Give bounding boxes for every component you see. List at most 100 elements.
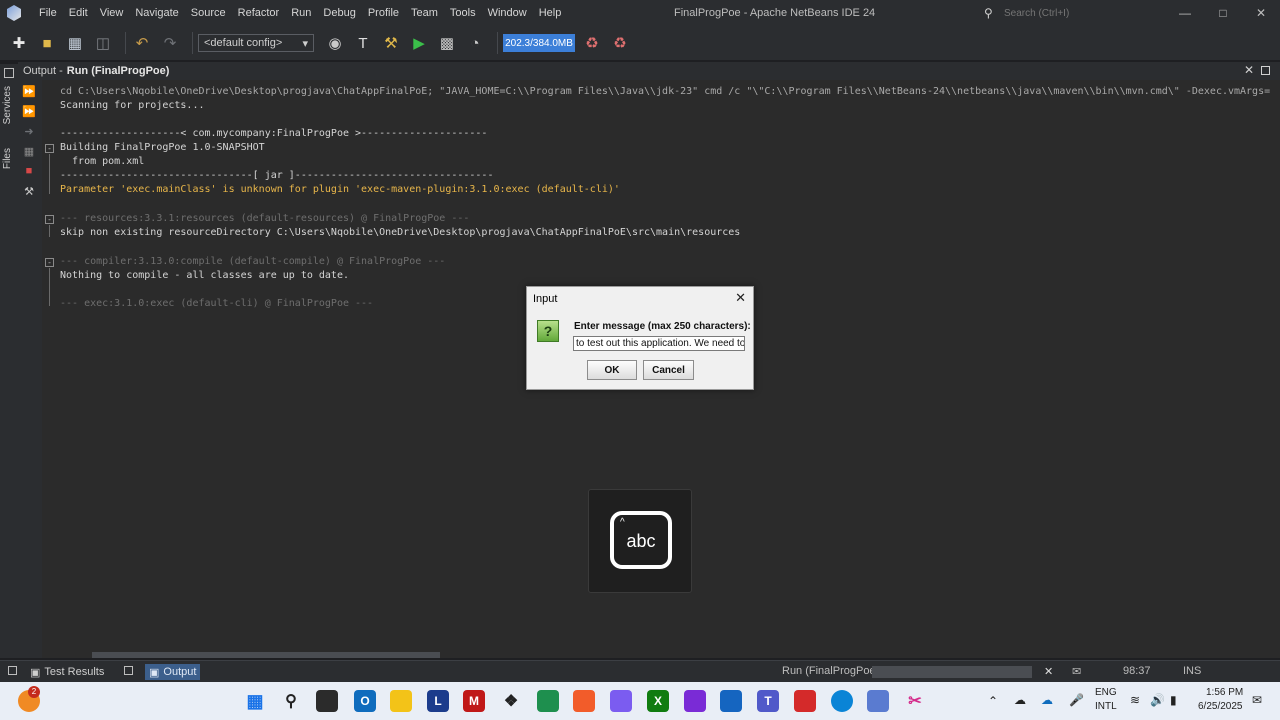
edge-icon[interactable] xyxy=(831,690,853,712)
services-tab[interactable]: Services xyxy=(2,86,13,124)
language-indicator[interactable]: ENG xyxy=(1095,687,1117,698)
store-icon[interactable] xyxy=(720,690,742,712)
garbage-collect-icon[interactable]: ♻ xyxy=(581,32,603,54)
maximize-output-icon[interactable] xyxy=(1261,66,1270,75)
menu-view[interactable]: View xyxy=(94,0,130,26)
files-tab[interactable]: Files xyxy=(2,148,13,169)
netbeans-taskbar-icon[interactable] xyxy=(867,690,889,712)
build-hammer-icon[interactable]: Т xyxy=(352,32,374,54)
dropbox-icon[interactable]: ❖ xyxy=(500,690,522,712)
menu-window[interactable]: Window xyxy=(482,0,533,26)
clock-date[interactable]: 6/25/2025 xyxy=(1198,701,1243,712)
undo-icon[interactable]: ↶ xyxy=(131,32,153,54)
menu-tools[interactable]: Tools xyxy=(444,0,482,26)
cloud-icon[interactable]: ☁ xyxy=(1014,693,1026,707)
save-all-icon[interactable]: ◫ xyxy=(92,32,114,54)
mcafee-icon[interactable]: M xyxy=(463,690,485,712)
close-output-icon[interactable]: ✕ xyxy=(1244,63,1254,77)
tools-icon[interactable]: ⚒ xyxy=(22,184,36,198)
microphone-icon[interactable]: 🎤 xyxy=(1069,693,1084,707)
menu-edit[interactable]: Edit xyxy=(63,0,94,26)
cancel-button[interactable]: Cancel xyxy=(643,360,694,380)
menu-navigate[interactable]: Navigate xyxy=(129,0,184,26)
clean-build-icon[interactable]: ⚒ xyxy=(380,32,402,54)
start-icon[interactable]: ▦ xyxy=(244,690,266,712)
app-icon[interactable] xyxy=(537,690,559,712)
menu-file[interactable]: File xyxy=(33,0,63,26)
snipping-tool-icon[interactable]: ✂ xyxy=(904,690,926,712)
task-view-icon[interactable] xyxy=(316,690,338,712)
fold-toggle-icon[interactable]: - xyxy=(45,215,54,224)
scrollbar-thumb[interactable] xyxy=(92,652,440,658)
output-tab-title[interactable]: Run (FinalProgPoe) xyxy=(67,65,170,77)
menu-help[interactable]: Help xyxy=(533,0,568,26)
open-project-icon[interactable]: ▦ xyxy=(64,32,86,54)
volume-icon[interactable]: 🔊 xyxy=(1150,693,1165,707)
fold-toggle-icon[interactable]: - xyxy=(45,144,54,153)
step-icon[interactable]: ➜ xyxy=(22,124,36,138)
search-input[interactable] xyxy=(1004,5,1164,21)
xbox-icon[interactable]: X xyxy=(647,690,669,712)
horizontal-scrollbar[interactable] xyxy=(42,652,1280,658)
message-input[interactable] xyxy=(573,336,745,351)
search-icon[interactable]: ⚲ xyxy=(280,690,302,712)
onedrive-icon[interactable]: ☁ xyxy=(1041,693,1053,707)
lexis-icon[interactable]: L xyxy=(427,690,449,712)
clock-time[interactable]: 1:56 PM xyxy=(1206,687,1243,698)
app3-icon[interactable] xyxy=(794,690,816,712)
window-restore-icon[interactable] xyxy=(4,68,14,78)
app2-icon[interactable] xyxy=(684,690,706,712)
menu-profile[interactable]: Profile xyxy=(362,0,405,26)
settings-icon[interactable]: ▦ xyxy=(22,144,36,158)
fold-guide xyxy=(49,225,50,237)
gc-profiler-icon[interactable]: ♻ xyxy=(609,32,631,54)
file-explorer-icon[interactable] xyxy=(390,690,412,712)
new-project-icon[interactable]: ■ xyxy=(36,32,58,54)
rerun-icon[interactable]: ⏩ xyxy=(22,84,36,98)
console-line: Scanning for projects... xyxy=(60,100,205,111)
cancel-task-icon[interactable]: ✕ xyxy=(1044,665,1053,678)
ok-button[interactable]: OK xyxy=(587,360,637,380)
tab-test-results-label: Test Results xyxy=(44,666,105,678)
redo-icon[interactable]: ↷ xyxy=(159,32,181,54)
close-button[interactable]: ✕ xyxy=(1242,0,1280,26)
outlook-icon[interactable]: O xyxy=(354,690,376,712)
notifications-icon[interactable]: ✉ xyxy=(1072,665,1081,678)
keyboard-layout[interactable]: INTL xyxy=(1095,701,1117,712)
wifi-icon[interactable]: ≋ xyxy=(1130,693,1140,707)
run-icon[interactable]: ▶ xyxy=(408,32,430,54)
maximize-button[interactable]: □ xyxy=(1204,0,1242,26)
console-warning-line: Parameter 'exec.mainClass' is unknown fo… xyxy=(60,184,620,195)
tab-output[interactable]: ▣ Output xyxy=(145,664,201,680)
running-task[interactable]: Run (FinalProgPoe) xyxy=(782,665,879,677)
window-title: FinalProgPoe - Apache NetBeans IDE 24 xyxy=(674,7,876,19)
panel-toggle-icon[interactable] xyxy=(8,666,17,675)
console-line: --- compiler:3.13.0:compile (default-com… xyxy=(60,256,446,267)
teams-icon[interactable]: T xyxy=(757,690,779,712)
dialog-close-icon[interactable]: ✕ xyxy=(735,290,746,306)
menu-run[interactable]: Run xyxy=(285,0,317,26)
panel-restore-icon[interactable] xyxy=(124,666,133,675)
brave-icon[interactable] xyxy=(573,690,595,712)
stop-icon[interactable]: ■ xyxy=(22,164,36,178)
menu-debug[interactable]: Debug xyxy=(317,0,361,26)
globe-icon[interactable]: ◉ xyxy=(324,32,346,54)
abc-icon: ^ abc xyxy=(610,511,672,569)
debug-icon[interactable]: ▩ xyxy=(436,32,458,54)
fold-toggle-icon[interactable]: - xyxy=(45,258,54,267)
rerun-with-params-icon[interactable]: ⏩ xyxy=(22,104,36,118)
profile-icon[interactable]: ◔ xyxy=(464,32,486,54)
copilot-icon[interactable] xyxy=(610,690,632,712)
config-select[interactable]: <default config> ▾ xyxy=(198,34,314,52)
menu-team[interactable]: Team xyxy=(405,0,444,26)
menu-source[interactable]: Source xyxy=(185,0,232,26)
battery-icon[interactable]: ▮ xyxy=(1170,693,1177,707)
memory-indicator[interactable]: 202.3/384.0MB xyxy=(503,34,575,52)
chevron-up-icon[interactable]: ⌃ xyxy=(988,694,998,708)
new-file-icon[interactable]: ✚ xyxy=(8,32,30,54)
tab-test-results[interactable]: ▣ Test Results xyxy=(30,664,104,680)
notification-center-icon[interactable]: ✉ xyxy=(1252,693,1262,707)
menu-refactor[interactable]: Refactor xyxy=(232,0,286,26)
tab-output-label: Output xyxy=(163,666,197,678)
minimize-button[interactable]: — xyxy=(1166,0,1204,26)
